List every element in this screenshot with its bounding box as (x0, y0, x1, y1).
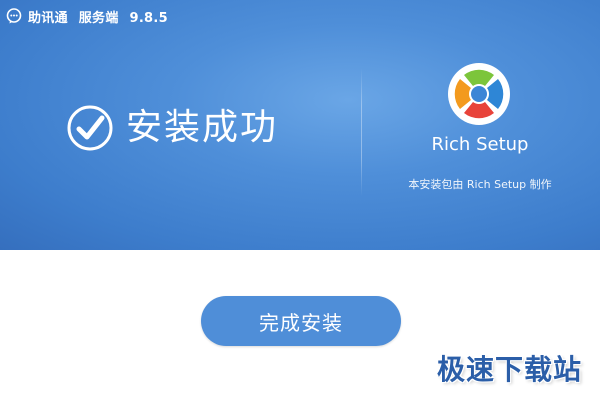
brand-credit: 本安装包由 Rich Setup 制作 (408, 178, 552, 191)
check-circle-icon (67, 105, 113, 151)
window-title: 助讯通 服务端 9.8.5 (28, 7, 174, 26)
rich-setup-logo-icon (448, 63, 510, 125)
status-text: 安装成功 (126, 107, 279, 148)
chat-bubble-icon (6, 8, 22, 24)
app-version: 9.8.5 (129, 10, 168, 26)
app-edition: 服务端 (78, 10, 119, 26)
title-bar: 助讯通 服务端 9.8.5 (6, 6, 174, 26)
header-panel: 助讯通 服务端 9.8.5 安装成功 Rich Setup 本安装包由 Rich… (0, 0, 600, 250)
divider (361, 68, 362, 196)
watermark: 极速下载站 (436, 353, 582, 386)
installer-window: 助讯通 服务端 9.8.5 安装成功 Rich Setup 本安装包由 Rich… (0, 0, 600, 400)
finish-install-button[interactable]: 完成安装 (201, 296, 401, 346)
install-status: 安装成功 (66, 104, 278, 152)
brand-name: Rich Setup (431, 134, 529, 155)
app-name: 助讯通 (28, 10, 68, 26)
